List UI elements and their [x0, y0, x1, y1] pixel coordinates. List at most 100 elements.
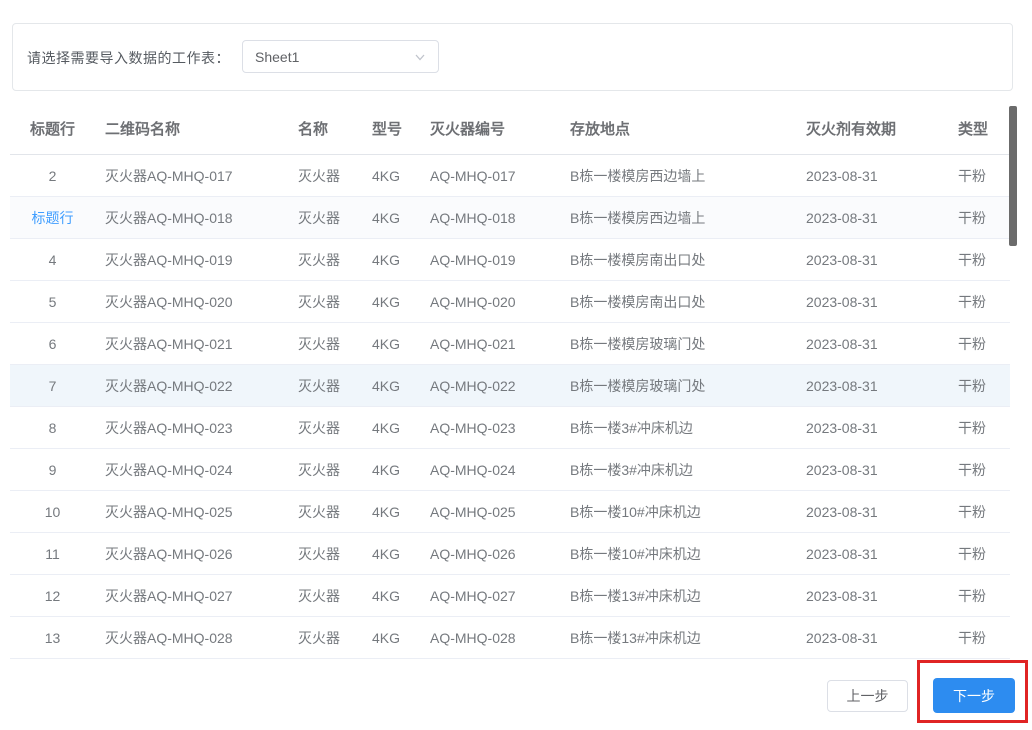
cell-name: 灭火器: [288, 544, 362, 564]
cell-type: 干粉: [948, 628, 1010, 648]
cell-model: 4KG: [362, 252, 420, 268]
table-header-row: 标题行二维码名称名称型号灭火器编号存放地点灭火剂有效期类型: [10, 103, 1010, 155]
column-header-model: 型号: [362, 118, 420, 139]
table-row: 标题行灭火器AQ-MHQ-018灭火器4KGAQ-MHQ-018B栋一楼模房西边…: [10, 197, 1010, 239]
cell-type: 干粉: [948, 334, 1010, 354]
cell-qr_name: 灭火器AQ-MHQ-017: [95, 166, 288, 186]
cell-code: AQ-MHQ-021: [420, 336, 560, 352]
table-scrollbar-thumb[interactable]: [1009, 106, 1017, 246]
cell-type: 干粉: [948, 544, 1010, 564]
cell-row_no: 8: [10, 420, 95, 436]
cell-model: 4KG: [362, 588, 420, 604]
cell-qr_name: 灭火器AQ-MHQ-027: [95, 586, 288, 606]
cell-model: 4KG: [362, 630, 420, 646]
cell-name: 灭火器: [288, 292, 362, 312]
worksheet-select-label: 请选择需要导入数据的工作表：: [27, 48, 230, 68]
next-step-button[interactable]: 下一步: [933, 678, 1015, 713]
table-row: 4灭火器AQ-MHQ-019灭火器4KGAQ-MHQ-019B栋一楼模房南出口处…: [10, 239, 1010, 281]
cell-location: B栋一楼模房玻璃门处: [560, 376, 796, 396]
cell-code: AQ-MHQ-023: [420, 420, 560, 436]
cell-name: 灭火器: [288, 166, 362, 186]
cell-code: AQ-MHQ-027: [420, 588, 560, 604]
cell-row_no: 2: [10, 168, 95, 184]
cell-expiry: 2023-08-31: [796, 378, 948, 394]
preview-table: 标题行二维码名称名称型号灭火器编号存放地点灭火剂有效期类型 2灭火器AQ-MHQ…: [10, 103, 1010, 659]
cell-type: 干粉: [948, 460, 1010, 480]
cell-type: 干粉: [948, 376, 1010, 396]
cell-expiry: 2023-08-31: [796, 336, 948, 352]
cell-location: B栋一楼10#冲床机边: [560, 502, 796, 522]
cell-type: 干粉: [948, 586, 1010, 606]
cell-name: 灭火器: [288, 502, 362, 522]
cell-name: 灭火器: [288, 334, 362, 354]
cell-model: 4KG: [362, 378, 420, 394]
cell-location: B栋一楼3#冲床机边: [560, 460, 796, 480]
cell-qr_name: 灭火器AQ-MHQ-019: [95, 250, 288, 270]
import-worksheet-dialog: 请选择需要导入数据的工作表： Sheet1 标题行二维码名称名称型号灭火器编号存…: [0, 0, 1032, 730]
cell-code: AQ-MHQ-018: [420, 210, 560, 226]
cell-location: B栋一楼模房西边墙上: [560, 208, 796, 228]
cell-row_no: 7: [10, 378, 95, 394]
table-row: 6灭火器AQ-MHQ-021灭火器4KGAQ-MHQ-021B栋一楼模房玻璃门处…: [10, 323, 1010, 365]
table-row: 2灭火器AQ-MHQ-017灭火器4KGAQ-MHQ-017B栋一楼模房西边墙上…: [10, 155, 1010, 197]
cell-qr_name: 灭火器AQ-MHQ-023: [95, 418, 288, 438]
cell-model: 4KG: [362, 462, 420, 478]
column-header-code: 灭火器编号: [420, 118, 560, 139]
cell-qr_name: 灭火器AQ-MHQ-025: [95, 502, 288, 522]
cell-model: 4KG: [362, 336, 420, 352]
cell-qr_name: 灭火器AQ-MHQ-026: [95, 544, 288, 564]
title-row-link[interactable]: 标题行: [10, 208, 95, 228]
cell-code: AQ-MHQ-028: [420, 630, 560, 646]
cell-type: 干粉: [948, 502, 1010, 522]
cell-type: 干粉: [948, 250, 1010, 270]
cell-location: B栋一楼模房西边墙上: [560, 166, 796, 186]
cell-expiry: 2023-08-31: [796, 462, 948, 478]
cell-location: B栋一楼模房南出口处: [560, 292, 796, 312]
cell-name: 灭火器: [288, 628, 362, 648]
cell-location: B栋一楼13#冲床机边: [560, 586, 796, 606]
column-header-type: 类型: [948, 118, 1010, 139]
cell-row_no: 5: [10, 294, 95, 310]
cell-name: 灭火器: [288, 376, 362, 396]
cell-code: AQ-MHQ-024: [420, 462, 560, 478]
cell-name: 灭火器: [288, 418, 362, 438]
cell-row_no: 11: [10, 546, 95, 562]
table-body: 2灭火器AQ-MHQ-017灭火器4KGAQ-MHQ-017B栋一楼模房西边墙上…: [10, 155, 1010, 659]
cell-code: AQ-MHQ-025: [420, 504, 560, 520]
cell-code: AQ-MHQ-019: [420, 252, 560, 268]
cell-expiry: 2023-08-31: [796, 252, 948, 268]
table-row: 13灭火器AQ-MHQ-028灭火器4KGAQ-MHQ-028B栋一楼13#冲床…: [10, 617, 1010, 659]
worksheet-select-section: 请选择需要导入数据的工作表： Sheet1: [12, 23, 1013, 91]
cell-row_no: 13: [10, 630, 95, 646]
cell-expiry: 2023-08-31: [796, 588, 948, 604]
table-row: 7灭火器AQ-MHQ-022灭火器4KGAQ-MHQ-022B栋一楼模房玻璃门处…: [10, 365, 1010, 407]
cell-name: 灭火器: [288, 586, 362, 606]
table-row: 12灭火器AQ-MHQ-027灭火器4KGAQ-MHQ-027B栋一楼13#冲床…: [10, 575, 1010, 617]
worksheet-select[interactable]: Sheet1: [242, 40, 439, 73]
cell-location: B栋一楼模房玻璃门处: [560, 334, 796, 354]
cell-model: 4KG: [362, 504, 420, 520]
table-row: 10灭火器AQ-MHQ-025灭火器4KGAQ-MHQ-025B栋一楼10#冲床…: [10, 491, 1010, 533]
previous-step-button[interactable]: 上一步: [827, 680, 908, 712]
cell-code: AQ-MHQ-022: [420, 378, 560, 394]
table-row: 9灭火器AQ-MHQ-024灭火器4KGAQ-MHQ-024B栋一楼3#冲床机边…: [10, 449, 1010, 491]
cell-qr_name: 灭火器AQ-MHQ-024: [95, 460, 288, 480]
cell-code: AQ-MHQ-026: [420, 546, 560, 562]
chevron-down-icon: [414, 51, 426, 63]
cell-row_no: 12: [10, 588, 95, 604]
cell-name: 灭火器: [288, 460, 362, 480]
cell-code: AQ-MHQ-017: [420, 168, 560, 184]
column-header-qr_name: 二维码名称: [95, 118, 288, 139]
column-header-expiry: 灭火剂有效期: [796, 118, 948, 139]
cell-expiry: 2023-08-31: [796, 546, 948, 562]
cell-row_no: 4: [10, 252, 95, 268]
column-header-location: 存放地点: [560, 118, 796, 139]
cell-type: 干粉: [948, 292, 1010, 312]
cell-expiry: 2023-08-31: [796, 504, 948, 520]
cell-row_no: 6: [10, 336, 95, 352]
cell-expiry: 2023-08-31: [796, 630, 948, 646]
cell-row_no: 10: [10, 504, 95, 520]
cell-model: 4KG: [362, 546, 420, 562]
cell-type: 干粉: [948, 418, 1010, 438]
cell-expiry: 2023-08-31: [796, 210, 948, 226]
